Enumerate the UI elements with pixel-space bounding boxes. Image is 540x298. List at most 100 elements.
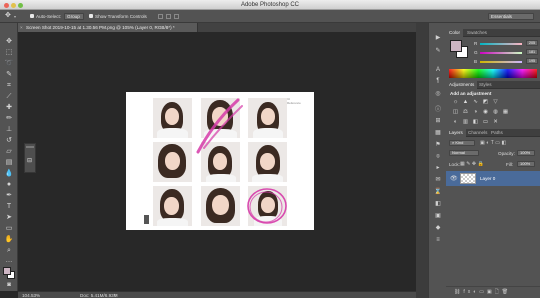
zoom-tool-icon[interactable]: ⌕	[4, 246, 14, 255]
paragraph-panel-icon[interactable]: ¶	[434, 78, 442, 85]
info-panel-icon[interactable]: ⓘ	[434, 107, 442, 114]
tab-layers[interactable]: Layers	[446, 129, 466, 137]
red-slider[interactable]: R 205	[474, 40, 538, 47]
color-panel-foreground[interactable]	[450, 40, 462, 52]
brush-presets-icon[interactable]: ✎	[434, 48, 442, 55]
panel-collapse-bar[interactable]	[26, 146, 34, 148]
actions-panel-icon[interactable]: ▸	[434, 165, 442, 172]
color-balance-icon[interactable]: ⚖	[462, 109, 469, 115]
blur-tool-icon[interactable]: 💧	[4, 169, 14, 178]
title-bar: Adobe Photoshop CC	[0, 0, 540, 10]
zoom-level[interactable]: 104.53%	[22, 293, 40, 298]
tab-adjustments[interactable]: Adjustments	[446, 81, 478, 89]
vibrance-icon[interactable]: ▽	[492, 99, 499, 105]
layer-row[interactable]: 👁 Layer 0	[446, 171, 540, 186]
threshold-icon[interactable]: ◧	[472, 119, 479, 125]
gradient-tool-icon[interactable]: ▤	[4, 158, 14, 167]
color-lookup-icon[interactable]: ▦	[502, 109, 509, 115]
options-bar: ✥ ▾ Auto-Select: Group Show Transform Co…	[0, 10, 540, 23]
healing-brush-tool-icon[interactable]: ✚	[4, 103, 14, 112]
document-tab[interactable]: × Screen Shot 2019-10-15 at 1.30.56 PM.p…	[18, 23, 198, 32]
lock-icons[interactable]: ▦✎✥🔒	[460, 161, 485, 167]
layer-actions-icons[interactable]: ⛓fx◐▭▣🗋🗑	[454, 289, 511, 297]
auto-select-dropdown[interactable]: Group	[64, 13, 84, 20]
pen-tool-icon[interactable]: ✒	[4, 191, 14, 200]
chevron-down-icon[interactable]: ▾	[14, 14, 16, 19]
dodge-tool-icon[interactable]: ●	[4, 180, 14, 189]
blend-mode-dropdown[interactable]: Normal	[449, 150, 479, 156]
swatches-panel-icon[interactable]: ▦	[434, 130, 442, 137]
invert-icon[interactable]: ◐	[452, 119, 459, 125]
measurement-panel-icon[interactable]: ≡	[434, 237, 442, 244]
shape-tool-icon[interactable]: ▭	[4, 224, 14, 233]
tab-channels[interactable]: Channels	[465, 129, 490, 137]
tool-presets-icon[interactable]: ⚑	[434, 142, 442, 149]
character-panel-icon[interactable]: A	[434, 67, 442, 74]
lasso-tool-icon[interactable]: ➰	[4, 59, 14, 68]
properties-panel-icon[interactable]: ⊟	[27, 157, 32, 164]
tab-paths[interactable]: Paths	[488, 129, 506, 137]
notes-panel-icon[interactable]: ✉	[434, 177, 442, 184]
hand-tool-icon[interactable]: ✋	[4, 235, 14, 244]
fill-field[interactable]: 100%	[517, 161, 535, 167]
posterize-icon[interactable]: ▥	[462, 119, 469, 125]
path-select-tool-icon[interactable]: ➤	[4, 213, 14, 222]
brush-tool-icon[interactable]: ✏	[4, 114, 14, 123]
opacity-field[interactable]: 100%	[517, 150, 535, 156]
layer-thumbnail	[460, 173, 476, 184]
align-buttons[interactable]	[158, 13, 218, 20]
layer-filter-icons[interactable]: ▣◐T▭◧	[480, 140, 508, 146]
quick-select-tool-icon[interactable]: ✎	[4, 70, 14, 79]
3d-panel-icon[interactable]: ◆	[434, 225, 442, 232]
green-value[interactable]: 181	[526, 49, 538, 55]
more-tools-icon[interactable]: …	[4, 256, 14, 265]
eraser-tool-icon[interactable]: ▱	[4, 147, 14, 156]
exposure-icon[interactable]: ◩	[482, 99, 489, 105]
gradient-map-icon[interactable]: ▭	[482, 119, 489, 125]
eyedropper-tool-icon[interactable]: ⟋	[4, 92, 14, 101]
hue-saturation-icon[interactable]: ◫	[452, 109, 459, 115]
tab-styles[interactable]: Styles	[476, 81, 495, 89]
libraries-panel-icon[interactable]: ◧	[434, 201, 442, 208]
history-brush-tool-icon[interactable]: ↺	[4, 136, 14, 145]
layer-filter-kind[interactable]: ⌕ Kind	[449, 140, 475, 146]
status-arrow-icon[interactable]: ▸	[114, 292, 116, 298]
eye-icon[interactable]: 👁	[450, 175, 458, 182]
document-canvas[interactable]: IU Reference	[126, 92, 314, 230]
navigator-panel-icon[interactable]: ⊞	[434, 118, 442, 125]
clone-stamp-tool-icon[interactable]: ⊥	[4, 125, 14, 134]
show-transform-checkbox[interactable]	[89, 14, 93, 18]
brightness-contrast-icon[interactable]: ☼	[452, 99, 459, 105]
clone-source-icon[interactable]: ⌾	[434, 154, 442, 161]
channel-mixer-icon[interactable]: ◍	[492, 109, 499, 115]
selective-color-icon[interactable]: ✕	[492, 119, 499, 125]
opacity-label: Opacity:	[498, 151, 515, 156]
blue-value[interactable]: 195	[526, 58, 538, 64]
blue-slider[interactable]: B 195	[474, 58, 538, 65]
marquee-tool-icon[interactable]: ⬚	[4, 48, 14, 57]
timeline-panel-icon[interactable]: ⌛	[434, 189, 442, 196]
layer-name[interactable]: Layer 0	[480, 176, 495, 181]
foreground-color-swatch[interactable]	[3, 267, 11, 275]
photo-filter-icon[interactable]: ◉	[482, 109, 489, 115]
move-tool-preset-icon[interactable]: ✥	[5, 12, 13, 20]
curves-icon[interactable]: ∿	[472, 99, 479, 105]
close-tab-icon[interactable]: ×	[20, 23, 23, 32]
black-white-icon[interactable]: ◑	[472, 109, 479, 115]
move-tool-icon[interactable]: ✥	[4, 37, 14, 46]
color-spectrum-bar[interactable]	[449, 69, 537, 78]
glyphs-panel-icon[interactable]: ◎	[434, 91, 442, 98]
tab-color[interactable]: Color	[446, 29, 463, 37]
type-tool-icon[interactable]: T	[4, 202, 14, 211]
levels-icon[interactable]: ▲	[462, 99, 469, 105]
red-value[interactable]: 205	[526, 40, 538, 46]
crop-tool-icon[interactable]: ⌗	[4, 81, 14, 90]
color-panel-tabs: Color Swatches	[446, 29, 540, 37]
auto-select-checkbox[interactable]	[30, 14, 34, 18]
green-slider[interactable]: G 181	[474, 49, 538, 56]
comp-panel-icon[interactable]: ▣	[434, 213, 442, 220]
workspace-switcher[interactable]: Essentials	[488, 13, 534, 20]
tab-swatches[interactable]: Swatches	[464, 29, 490, 37]
history-panel-icon[interactable]: ▶	[434, 35, 442, 42]
quick-mask-icon[interactable]: ◙	[4, 281, 14, 290]
